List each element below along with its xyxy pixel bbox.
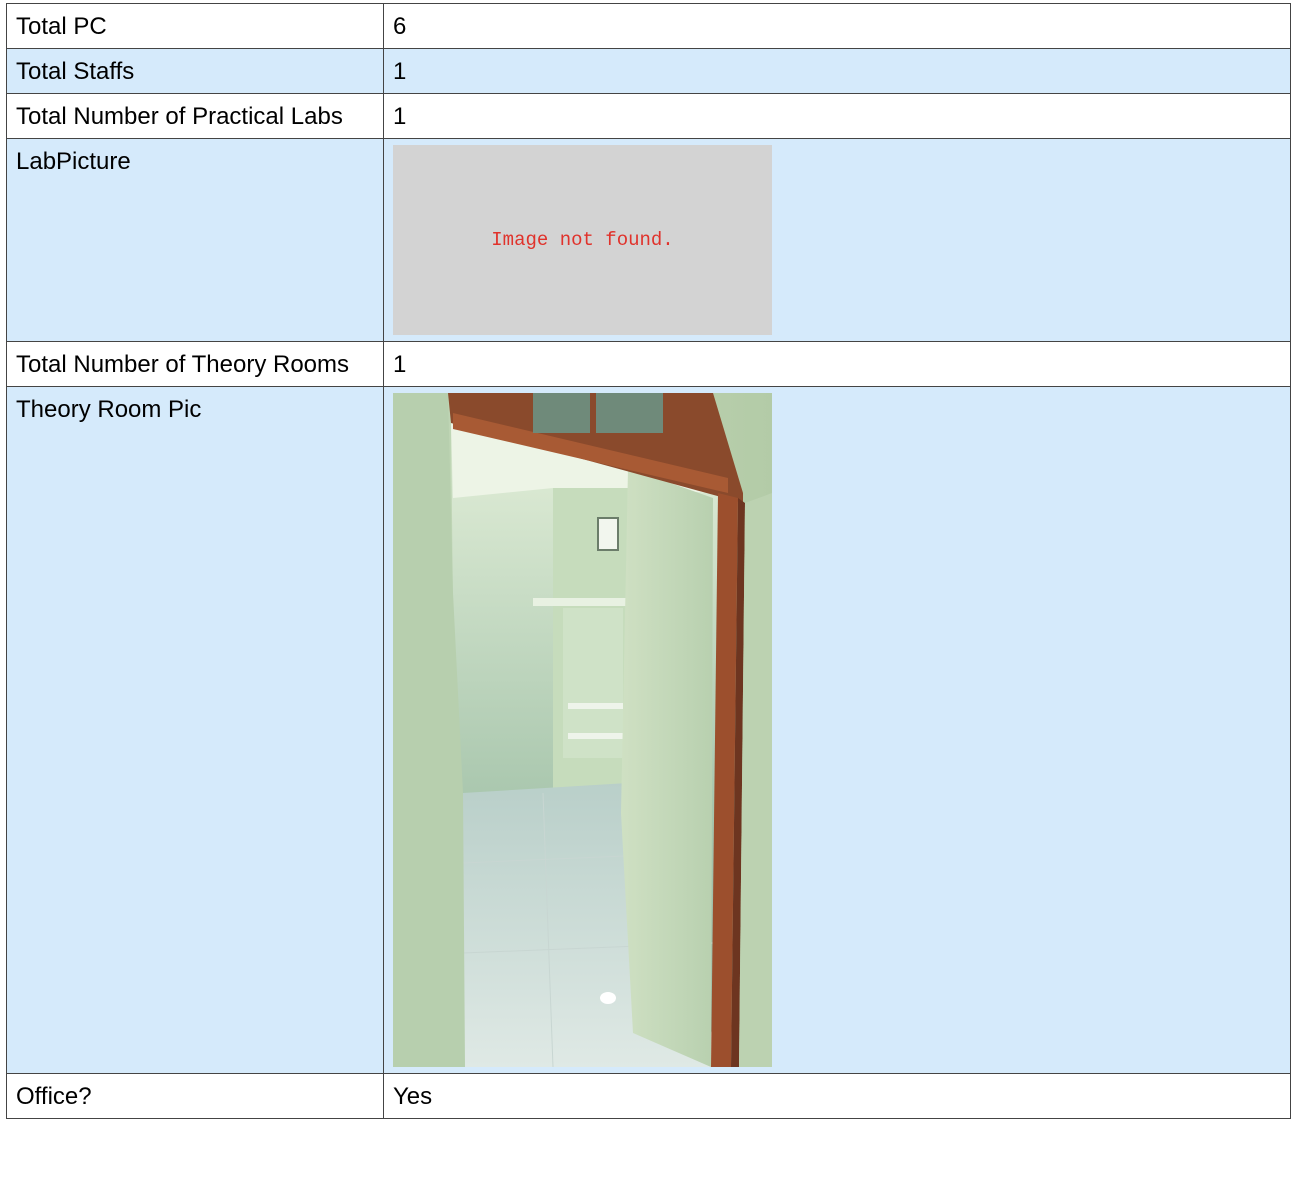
row-label: Theory Room Pic — [6, 386, 384, 1074]
table-row-theory-rooms: Total Number of Theory Rooms 1 — [6, 341, 1291, 387]
theory-room-photo — [393, 393, 772, 1067]
table-row-theory-room-pic: Theory Room Pic — [6, 386, 1291, 1074]
image-error-text: Image not found. — [491, 229, 674, 251]
lab-picture-placeholder: Image not found. — [393, 145, 772, 335]
row-value — [383, 386, 1291, 1074]
row-label: Total Number of Practical Labs — [6, 93, 384, 139]
table-row-office: Office? Yes — [6, 1073, 1291, 1119]
row-label: Total Number of Theory Rooms — [6, 341, 384, 387]
row-value: 1 — [383, 93, 1291, 139]
row-value: Yes — [383, 1073, 1291, 1119]
table-row-lab-picture: LabPicture Image not found. — [6, 138, 1291, 342]
row-label: Total PC — [6, 3, 384, 49]
details-table: Total PC 6 Total Staffs 1 Total Number o… — [6, 3, 1291, 1119]
row-label: Total Staffs — [6, 48, 384, 94]
row-label: Office? — [6, 1073, 384, 1119]
row-label: LabPicture — [6, 138, 384, 342]
row-value: 6 — [383, 3, 1291, 49]
row-value: 1 — [383, 48, 1291, 94]
table-row-total-pc: Total PC 6 — [6, 3, 1291, 49]
table-row-practical-labs: Total Number of Practical Labs 1 — [6, 93, 1291, 139]
row-value: Image not found. — [383, 138, 1291, 342]
row-value: 1 — [383, 341, 1291, 387]
table-row-total-staffs: Total Staffs 1 — [6, 48, 1291, 94]
